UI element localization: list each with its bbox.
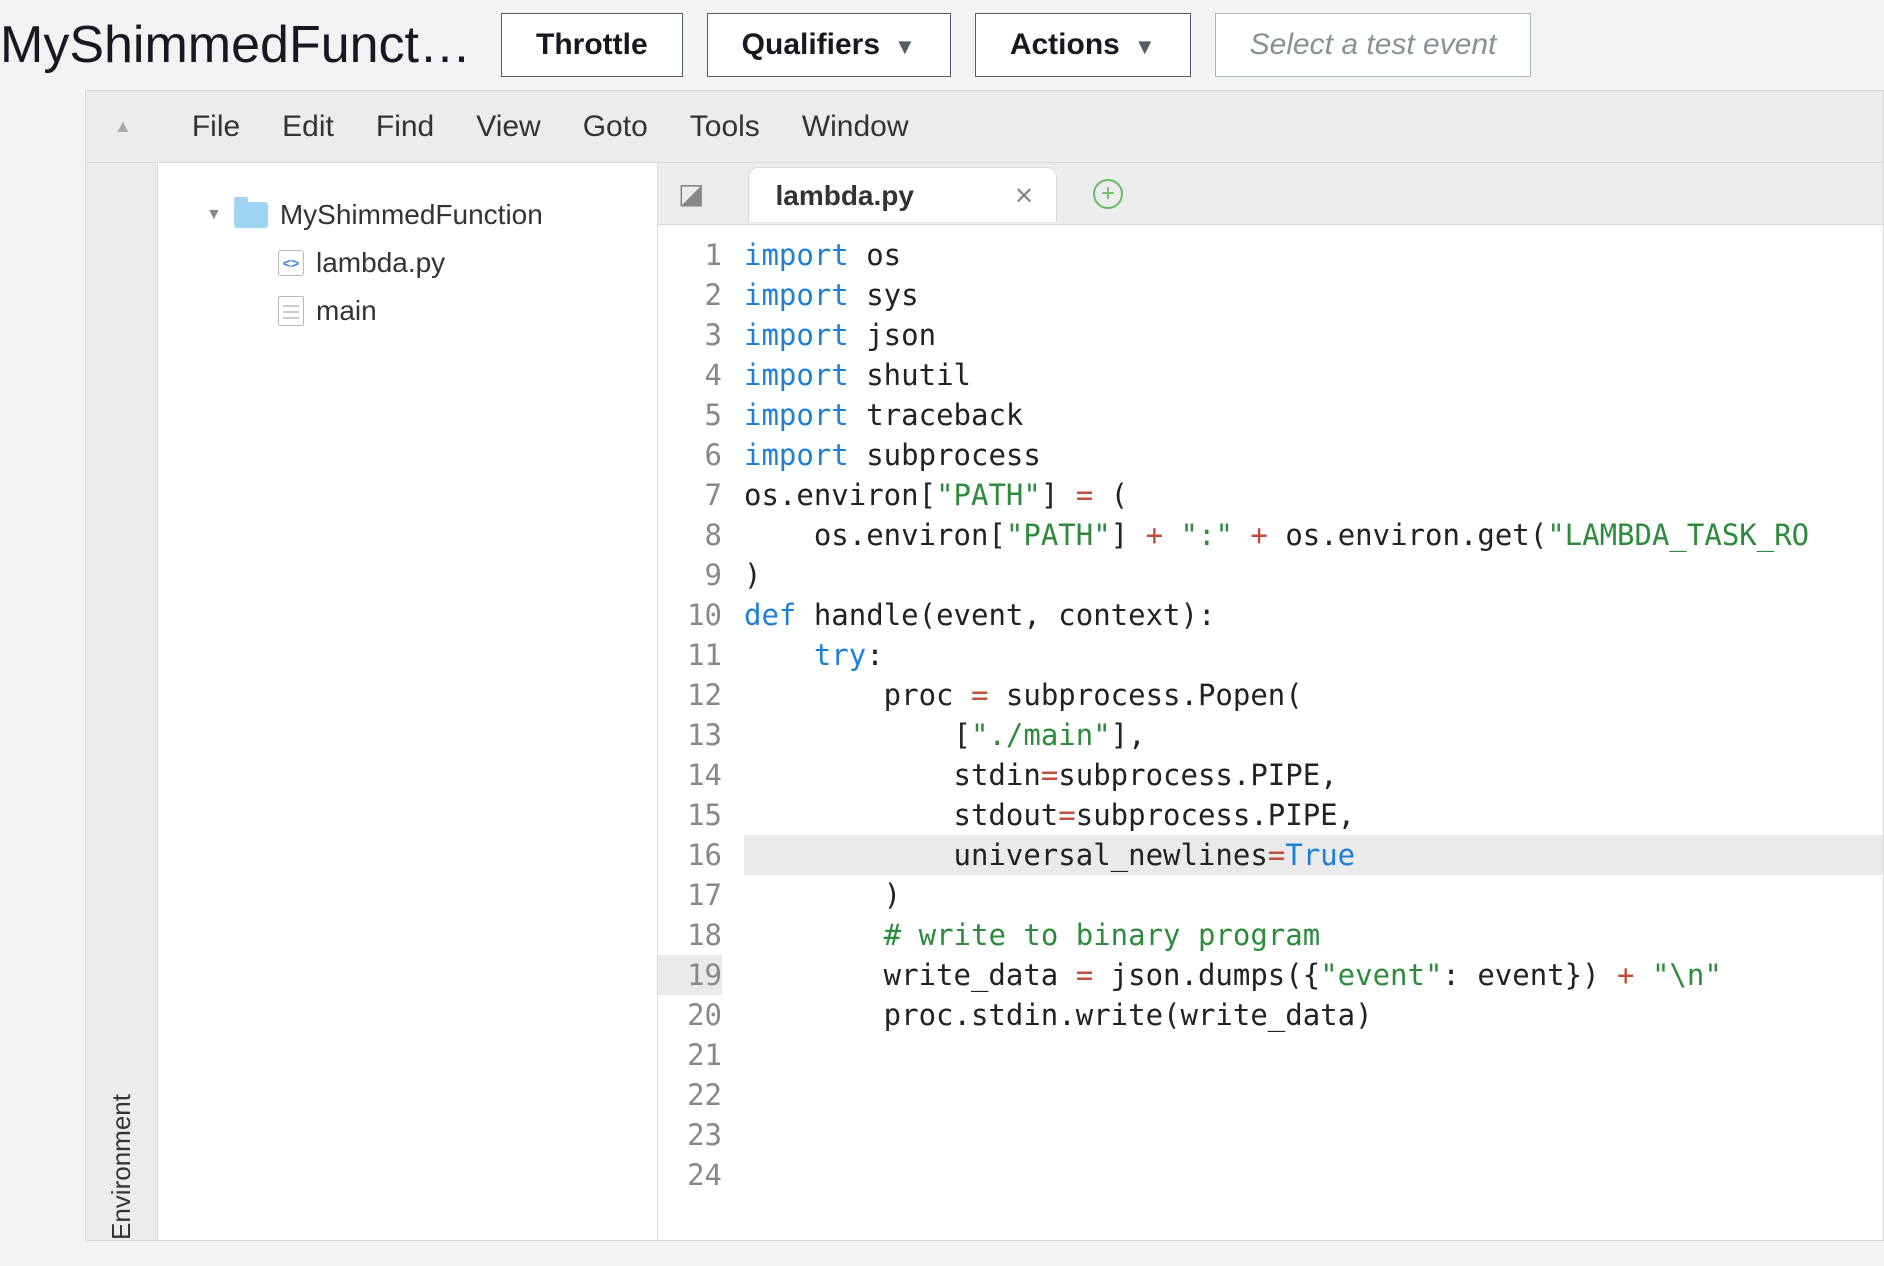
tree-file-label: lambda.py <box>316 247 445 279</box>
menu-view[interactable]: View <box>476 110 540 144</box>
caret-down-icon: ▼ <box>1134 34 1156 60</box>
menu-window[interactable]: Window <box>802 110 909 144</box>
tree-root-row[interactable]: ▼ MyShimmedFunction <box>158 191 657 239</box>
side-tab-label: Environment <box>106 303 137 1240</box>
add-tab-button[interactable]: + <box>1093 179 1123 209</box>
folder-icon <box>234 202 268 228</box>
menubar: ▲ File Edit Find View Goto Tools Window <box>86 91 1883 163</box>
caret-down-icon: ▼ <box>206 206 222 224</box>
tab-label: lambda.py <box>775 180 913 212</box>
menu-file[interactable]: File <box>192 110 240 144</box>
menu-find[interactable]: Find <box>376 110 434 144</box>
qualifiers-button[interactable]: Qualifiers ▼ <box>707 13 951 77</box>
ide-panel: ▲ File Edit Find View Goto Tools Window … <box>85 90 1884 1241</box>
tree-file-lambda-py[interactable]: <> lambda.py <box>158 239 657 287</box>
line-gutter: 123456789101112131415161718192021222324 <box>658 225 736 1240</box>
select-test-event-dropdown[interactable]: Select a test event <box>1215 13 1532 77</box>
file-tree: ▼ MyShimmedFunction <> lambda.py main <box>158 163 658 1240</box>
menu-edit[interactable]: Edit <box>282 110 334 144</box>
actions-label: Actions <box>1010 28 1120 62</box>
function-title: MyShimmedFunct… <box>0 15 471 75</box>
outline-icon[interactable]: ◪ <box>678 177 704 210</box>
collapse-up-icon[interactable]: ▲ <box>114 116 132 137</box>
code-editor[interactable]: 123456789101112131415161718192021222324 … <box>658 225 1883 1240</box>
tree-root-label: MyShimmedFunction <box>280 199 543 231</box>
menu-tools[interactable]: Tools <box>690 110 760 144</box>
ide-body: Environment ▼ MyShimmedFunction <> lambd… <box>86 163 1883 1240</box>
tree-file-main[interactable]: main <box>158 287 657 335</box>
code-content[interactable]: import osimport sysimport jsonimport shu… <box>736 225 1883 1240</box>
menu-goto[interactable]: Goto <box>583 110 648 144</box>
tabbar: ◪ lambda.py ✕ + <box>658 163 1883 225</box>
tree-file-label: main <box>316 295 377 327</box>
editor-tab-lambda-py[interactable]: lambda.py ✕ <box>748 167 1057 222</box>
actions-button[interactable]: Actions ▼ <box>975 13 1191 77</box>
throttle-button[interactable]: Throttle <box>501 13 683 77</box>
select-test-placeholder: Select a test event <box>1250 28 1497 61</box>
close-icon[interactable]: ✕ <box>1014 182 1034 211</box>
qualifiers-label: Qualifiers <box>742 28 880 62</box>
file-icon <box>278 296 304 326</box>
header-toolbar: MyShimmedFunct… Throttle Qualifiers ▼ Ac… <box>0 0 1884 90</box>
side-tab-environment[interactable]: Environment <box>86 163 158 1240</box>
python-file-icon: <> <box>278 250 304 276</box>
caret-down-icon: ▼ <box>894 34 916 60</box>
editor-area: ◪ lambda.py ✕ + 123456789101112131415161… <box>658 163 1883 1240</box>
throttle-label: Throttle <box>536 28 648 62</box>
